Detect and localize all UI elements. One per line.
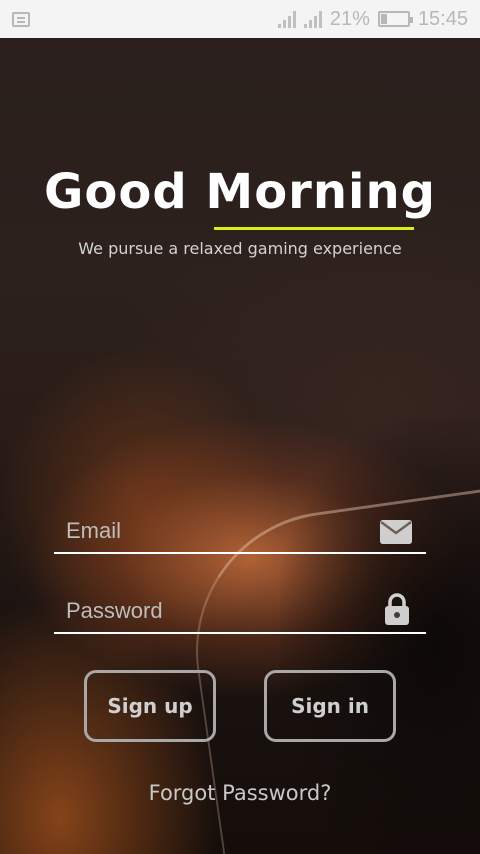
mail-icon	[380, 520, 412, 544]
status-bar: 21% 15:45	[0, 0, 480, 38]
email-field	[54, 510, 426, 554]
forgot-password-link[interactable]: Forgot Password?	[0, 781, 480, 805]
sign-up-button[interactable]: Sign up	[84, 670, 216, 742]
page-title: Good Morning	[44, 164, 436, 220]
background-image	[0, 38, 480, 854]
email-input[interactable]	[66, 514, 366, 548]
message-icon	[12, 11, 30, 27]
lock-icon	[384, 592, 410, 631]
sign-in-button[interactable]: Sign in	[264, 670, 396, 742]
signal-icon	[303, 10, 322, 28]
page-subtitle: We pursue a relaxed gaming experience	[78, 239, 402, 258]
clock: 15:45	[417, 7, 468, 30]
battery-percent: 21%	[329, 7, 370, 30]
title-underline	[214, 227, 414, 230]
signal-icon	[277, 10, 296, 28]
password-field	[54, 590, 426, 634]
battery-icon	[377, 11, 413, 27]
password-input[interactable]	[66, 594, 366, 628]
